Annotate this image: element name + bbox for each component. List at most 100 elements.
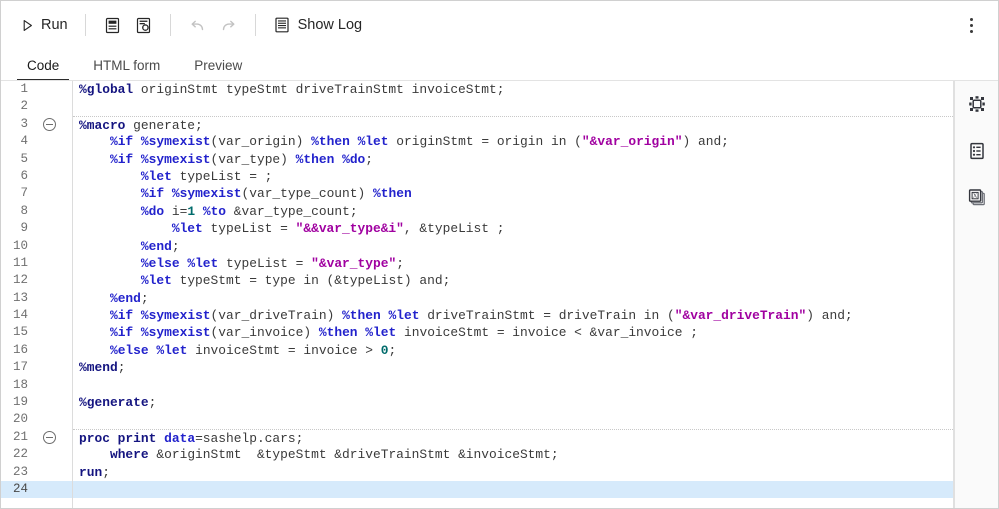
code-row[interactable]: %else %let typeList = "&var_type"; bbox=[73, 255, 953, 272]
gutter-row: 3 bbox=[1, 116, 72, 133]
code-row[interactable]: run; bbox=[73, 464, 953, 481]
line-number: 14 bbox=[12, 308, 28, 323]
code-token: "&&var_type&i" bbox=[295, 221, 404, 237]
code-token: %else bbox=[109, 342, 149, 358]
code-line-text: proc print data=sashelp.cars; bbox=[73, 428, 953, 447]
tab-html-form[interactable]: HTML form bbox=[83, 57, 170, 82]
code-token: %if bbox=[140, 186, 165, 202]
code-row[interactable]: %let typeStmt = type in (&typeList) and; bbox=[73, 272, 953, 289]
code-line-text: %end; bbox=[73, 238, 953, 255]
code-row[interactable]: %global originStmt typeStmt driveTrainSt… bbox=[73, 81, 953, 98]
form-settings-button[interactable] bbox=[128, 10, 159, 40]
code-row[interactable]: %if %symexist(var_driveTrain) %then %let… bbox=[73, 307, 953, 324]
redo-arrow-icon bbox=[219, 16, 238, 35]
code-editor[interactable]: 1 2 3 4 5 6 7 8 9 10 11 12 13 14 15 16 17 18 19 20 21 22 23 24 … bbox=[1, 81, 954, 508]
kebab-menu-icon[interactable] bbox=[956, 10, 986, 40]
line-number: 20 bbox=[12, 412, 28, 427]
code-line-text bbox=[73, 98, 953, 115]
code-token: (var_origin) bbox=[210, 134, 312, 150]
code-row[interactable]: %let typeList = "&&var_type&i", &typeLis… bbox=[73, 220, 953, 237]
code-token: %let bbox=[171, 221, 203, 237]
line-number: 17 bbox=[12, 360, 28, 375]
code-row[interactable] bbox=[73, 480, 953, 499]
code-row[interactable]: %do i=1 %to &var_type_count; bbox=[73, 203, 953, 220]
code-token: (var_invoice) bbox=[210, 325, 319, 341]
code-token: invoiceStmt = invoice > bbox=[187, 342, 381, 358]
code-row[interactable]: %if %symexist(var_invoice) %then %let in… bbox=[73, 324, 953, 341]
code-row[interactable] bbox=[73, 411, 953, 428]
code-token: %if bbox=[109, 325, 134, 341]
code-token: , &typeList ; bbox=[403, 221, 505, 237]
code-line-text: %let typeList = "&&var_type&i", &typeLis… bbox=[73, 220, 953, 237]
tab-code[interactable]: Code bbox=[17, 58, 70, 81]
code-editor-window: Run Show Log Code HTML form Preview 1 2 … bbox=[0, 0, 999, 509]
code-token: ; bbox=[171, 238, 180, 254]
code-token: %let bbox=[388, 308, 420, 324]
line-number: 3 bbox=[20, 116, 28, 131]
editor-toolbar: Run Show Log bbox=[1, 1, 998, 49]
code-row[interactable]: %let typeList = ; bbox=[73, 168, 953, 185]
code-token: %symexist bbox=[140, 151, 211, 167]
html-form-icon bbox=[103, 16, 122, 35]
tab-html-form-label: HTML form bbox=[93, 57, 161, 73]
code-row[interactable] bbox=[73, 377, 953, 394]
code-line-text: %global originStmt typeStmt driveTrainSt… bbox=[73, 81, 953, 98]
code-row[interactable]: %else %let invoiceStmt = invoice > 0; bbox=[73, 342, 953, 359]
code-row[interactable]: where &originStmt &typeStmt &driveTrainS… bbox=[73, 446, 953, 463]
line-number: 2 bbox=[20, 99, 28, 114]
line-number: 16 bbox=[12, 342, 28, 357]
code-token: %symexist bbox=[140, 134, 211, 150]
code-row[interactable]: %if %symexist(var_type) %then %do; bbox=[73, 151, 953, 168]
code-row[interactable]: %if %symexist(var_type_count) %then bbox=[73, 185, 953, 202]
gutter-row: 13 bbox=[1, 290, 72, 307]
code-token: %then bbox=[373, 186, 412, 202]
gutter-row: 7 bbox=[1, 185, 72, 202]
undo-button[interactable] bbox=[182, 10, 213, 40]
code-token: originStmt = origin in ( bbox=[388, 134, 582, 150]
code-row[interactable]: %macro generate; bbox=[73, 115, 953, 133]
gutter-row: 24 bbox=[1, 480, 72, 499]
code-row[interactable] bbox=[73, 98, 953, 115]
tab-preview[interactable]: Preview bbox=[184, 58, 252, 82]
fold-toggle-icon[interactable] bbox=[43, 117, 56, 131]
code-token: &var_type_count; bbox=[226, 203, 358, 219]
code-row[interactable]: proc print data=sashelp.cars; bbox=[73, 428, 953, 447]
code-row[interactable]: %end; bbox=[73, 290, 953, 307]
code-token: typeList = bbox=[218, 255, 312, 271]
gutter-row: 2 bbox=[1, 98, 72, 115]
code-token: proc print bbox=[79, 430, 157, 446]
gutter-row: 17 bbox=[1, 359, 72, 376]
libraries-stack-icon[interactable]: X bbox=[962, 183, 992, 213]
line-number: 12 bbox=[12, 273, 28, 288]
code-row[interactable]: %if %symexist(var_origin) %then %let ori… bbox=[73, 133, 953, 150]
code-line-text: %mend; bbox=[73, 359, 953, 376]
code-row[interactable]: %generate; bbox=[73, 394, 953, 411]
code-lines[interactable]: %global originStmt typeStmt driveTrainSt… bbox=[73, 81, 953, 508]
run-label: Run bbox=[41, 17, 68, 33]
code-token: %do bbox=[342, 151, 366, 167]
properties-list-icon[interactable] bbox=[962, 136, 992, 166]
html-form-button[interactable] bbox=[97, 10, 128, 40]
code-line-text: %if %symexist(var_type_count) %then bbox=[73, 185, 953, 202]
show-log-label: Show Log bbox=[297, 17, 363, 33]
code-token: %end bbox=[109, 290, 141, 306]
gutter-row: 21 bbox=[1, 429, 72, 446]
code-token: %symexist bbox=[171, 186, 242, 202]
redo-button[interactable] bbox=[213, 10, 244, 40]
code-row[interactable]: %mend; bbox=[73, 359, 953, 376]
line-number: 18 bbox=[12, 377, 28, 392]
line-number: 15 bbox=[12, 325, 28, 340]
fold-toggle-icon[interactable] bbox=[43, 430, 56, 444]
show-log-button[interactable]: Show Log bbox=[267, 10, 369, 40]
snippets-transform-icon[interactable] bbox=[962, 89, 992, 119]
run-button[interactable]: Run bbox=[15, 10, 74, 40]
code-token: %let bbox=[156, 342, 188, 358]
code-row[interactable]: %end; bbox=[73, 238, 953, 255]
